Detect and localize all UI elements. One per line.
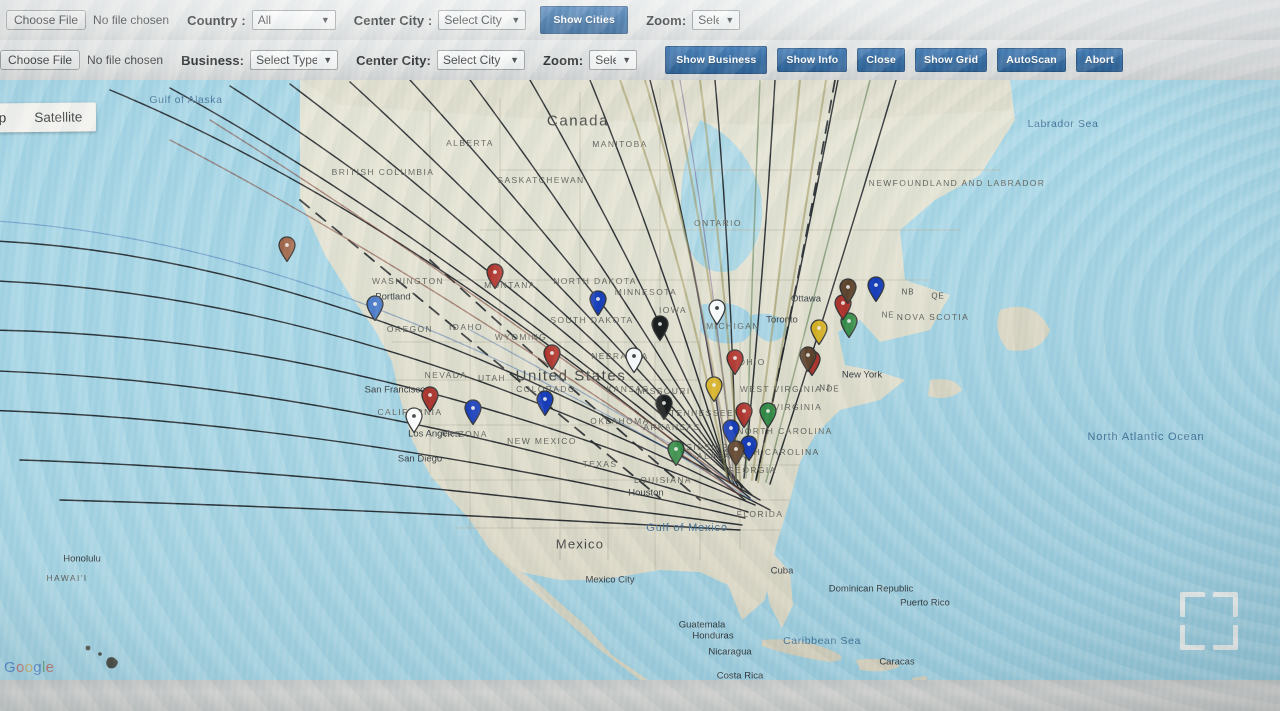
business-select-wrap[interactable]: Select Type ▼	[250, 50, 339, 70]
toolbar-row-business: Choose File No file chosen Business: Sel…	[0, 40, 1280, 80]
zoom-select-cities[interactable]: Select	[692, 10, 741, 30]
fullscreen-icon[interactable]	[1180, 592, 1238, 650]
zoom-select-business[interactable]: Select	[589, 50, 638, 70]
map-viewport[interactable]: Map Satellite Canada United States Mexico G…	[0, 80, 1280, 680]
file-status-cities: No file chosen	[93, 13, 170, 27]
business-label: Business:	[181, 52, 245, 68]
business-type-select[interactable]: Select Type	[250, 50, 339, 70]
file-input-cities[interactable]: Choose File No file chosen	[6, 10, 169, 30]
toolbar-row-cities: Choose File No file chosen Country : All…	[0, 0, 1280, 40]
country-select-wrap[interactable]: All ▼	[251, 10, 336, 30]
file-input-business[interactable]: Choose File No file chosen	[0, 50, 163, 70]
map-type-control[interactable]: Map Satellite	[0, 102, 97, 133]
country-select[interactable]: All	[251, 10, 336, 30]
zoom-select-wrap-cities[interactable]: Select ▼	[692, 10, 741, 30]
file-status-business: No file chosen	[87, 53, 164, 67]
map-graphics	[0, 80, 1280, 680]
google-logo: Google	[4, 659, 55, 676]
screen-photo: Choose File No file chosen Country : All…	[0, 0, 1280, 711]
center-city-select-wrap-business[interactable]: Select City ▼	[437, 50, 525, 70]
map-type-satellite[interactable]: Satellite	[20, 102, 96, 132]
center-city-select-business[interactable]: Select City	[437, 50, 525, 70]
map-type-map[interactable]: Map	[0, 103, 20, 133]
show-grid-button[interactable]: Show Grid	[914, 47, 988, 73]
choose-file-button-business[interactable]: Choose File	[0, 50, 81, 70]
center-city-select-wrap-cities[interactable]: Select City ▼	[438, 10, 527, 30]
center-city-label-cities: Center City :	[353, 12, 433, 28]
abort-button[interactable]: Abort	[1075, 47, 1123, 73]
show-cities-button[interactable]: Show Cities	[540, 5, 629, 35]
bottom-bezel	[0, 680, 1280, 711]
show-info-button[interactable]: Show Info	[777, 47, 848, 73]
autoscan-button[interactable]: AutoScan	[997, 47, 1066, 73]
zoom-label-cities: Zoom:	[646, 12, 687, 28]
center-city-select-cities[interactable]: Select City	[438, 10, 527, 30]
show-business-button[interactable]: Show Business	[665, 45, 768, 75]
close-button[interactable]: Close	[857, 47, 905, 73]
country-label: Country :	[187, 12, 246, 28]
zoom-label-business: Zoom:	[543, 52, 584, 68]
choose-file-button-cities[interactable]: Choose File	[6, 10, 87, 30]
zoom-select-wrap-business[interactable]: Select ▼	[589, 50, 638, 70]
center-city-label-business: Center City:	[356, 52, 431, 68]
